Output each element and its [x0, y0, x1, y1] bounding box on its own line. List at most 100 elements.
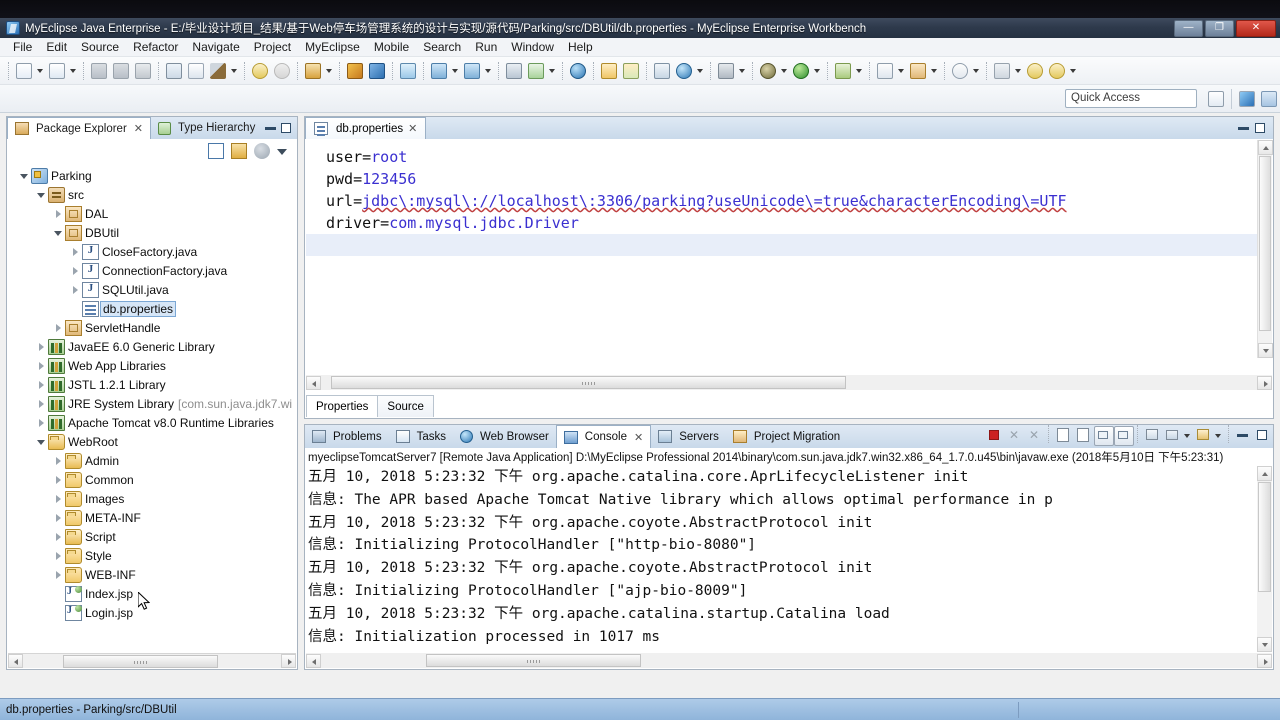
- search-dropdown-icon[interactable]: [971, 60, 982, 82]
- tab-type-hierarchy[interactable]: Type Hierarchy: [151, 117, 262, 139]
- scroll-up-arrow-icon[interactable]: [1257, 466, 1272, 481]
- open-web-icon[interactable]: [567, 60, 589, 82]
- server-dropdown-icon[interactable]: [547, 60, 558, 82]
- tab-problems[interactable]: Problems: [305, 425, 389, 448]
- previous-annotation-icon[interactable]: [991, 60, 1013, 82]
- tree-item-index-jsp[interactable]: Index.jsp: [8, 584, 296, 603]
- tree-item-src[interactable]: src: [8, 185, 296, 204]
- collapse-arrow-icon[interactable]: [35, 337, 48, 356]
- collapse-arrow-icon[interactable]: [52, 318, 65, 337]
- new-wizard-icon[interactable]: [46, 60, 68, 82]
- run-icon[interactable]: [790, 60, 812, 82]
- new-package-dropdown-icon[interactable]: [929, 60, 940, 82]
- collapse-arrow-icon[interactable]: [35, 394, 48, 413]
- scroll-up-arrow-icon[interactable]: [1258, 140, 1273, 155]
- web-preview-icon[interactable]: [397, 60, 419, 82]
- editor-tab-db-properties[interactable]: db.properties ✕: [305, 117, 427, 139]
- external-tools-dropdown-icon[interactable]: [854, 60, 865, 82]
- lock-console-icon[interactable]: [1073, 425, 1093, 445]
- tab-tasks[interactable]: Tasks: [389, 425, 453, 448]
- server-run-icon[interactable]: [525, 60, 547, 82]
- maximize-editor-button[interactable]: [1255, 123, 1265, 133]
- scroll-track[interactable]: [23, 654, 281, 668]
- minimize-editor-button[interactable]: [1238, 126, 1249, 130]
- remove-launch-icon[interactable]: ✕: [1004, 425, 1024, 445]
- undo-icon[interactable]: [249, 60, 271, 82]
- tree-item-web-inf[interactable]: WEB-INF: [8, 565, 296, 584]
- menu-source[interactable]: Source: [74, 38, 126, 56]
- run-dropdown-icon[interactable]: [812, 60, 823, 82]
- scroll-thumb[interactable]: [331, 376, 846, 389]
- tree-item-images[interactable]: Images: [8, 489, 296, 508]
- expand-arrow-icon[interactable]: [52, 223, 65, 242]
- minimize-window-button[interactable]: —: [1174, 19, 1203, 37]
- package-icon[interactable]: [344, 60, 366, 82]
- code-editor-content[interactable]: user=root pwd=123456 url=jdbc\:mysql\://…: [306, 140, 1272, 373]
- tree-item-script[interactable]: Script: [8, 527, 296, 546]
- redo-icon[interactable]: [271, 60, 293, 82]
- java-ee-perspective-icon[interactable]: [1258, 88, 1280, 110]
- scroll-lock-icon[interactable]: [1113, 425, 1134, 446]
- console-output[interactable]: 五月 10, 2018 5:23:32 下午 org.apache.catali…: [306, 466, 1257, 652]
- display-selected-console-icon[interactable]: [1162, 425, 1182, 445]
- pin-console-icon[interactable]: [1142, 425, 1162, 445]
- collapse-all-icon[interactable]: [208, 142, 224, 159]
- db-browser-dropdown-icon[interactable]: [483, 60, 494, 82]
- clear-console-icon[interactable]: [1093, 425, 1114, 446]
- collapse-arrow-icon[interactable]: [69, 242, 82, 261]
- close-icon[interactable]: ✕: [634, 431, 643, 444]
- focus-on-active-task-icon[interactable]: [254, 142, 270, 159]
- quick-access-input[interactable]: Quick Access: [1065, 89, 1197, 108]
- forward-icon[interactable]: [1046, 60, 1068, 82]
- menu-file[interactable]: File: [6, 38, 39, 56]
- expand-arrow-icon[interactable]: [18, 166, 31, 185]
- terminate-icon[interactable]: [984, 425, 1004, 445]
- editor-vertical-scrollbar[interactable]: [1257, 140, 1273, 358]
- deploy-icon[interactable]: [302, 60, 324, 82]
- menu-edit[interactable]: Edit: [39, 38, 74, 56]
- scroll-left-arrow-icon[interactable]: [8, 654, 23, 668]
- menu-help[interactable]: Help: [561, 38, 600, 56]
- new-file-icon[interactable]: [13, 60, 35, 82]
- tab-project-migration[interactable]: Project Migration: [726, 425, 847, 448]
- collapse-arrow-icon[interactable]: [52, 508, 65, 527]
- collapse-arrow-icon[interactable]: [52, 565, 65, 584]
- save-icon[interactable]: [88, 60, 110, 82]
- tree-item-sqlutil-java[interactable]: SQLUtil.java: [8, 280, 296, 299]
- menu-project[interactable]: Project: [247, 38, 298, 56]
- scroll-thumb[interactable]: [1259, 156, 1271, 331]
- close-icon[interactable]: ✕: [134, 122, 143, 135]
- maximize-window-button[interactable]: ❐: [1205, 19, 1234, 37]
- open-console-icon[interactable]: [1193, 425, 1213, 445]
- new-package-icon[interactable]: [907, 60, 929, 82]
- tree-item-javaee-6-0-generic-library[interactable]: JavaEE 6.0 Generic Library: [8, 337, 296, 356]
- new-class-icon[interactable]: [874, 60, 896, 82]
- collapse-arrow-icon[interactable]: [52, 527, 65, 546]
- db-explorer-dropdown-icon[interactable]: [450, 60, 461, 82]
- collapse-arrow-icon[interactable]: [69, 280, 82, 299]
- menu-search[interactable]: Search: [416, 38, 468, 56]
- tree-item-closefactory-java[interactable]: CloseFactory.java: [8, 242, 296, 261]
- collapse-arrow-icon[interactable]: [35, 413, 48, 432]
- db-browser-icon[interactable]: [461, 60, 483, 82]
- new-class-dropdown-icon[interactable]: [896, 60, 907, 82]
- tab-console[interactable]: Console ✕: [555, 425, 652, 448]
- project-tree[interactable]: Parking srcDAL DBUtil CloseFactory.java Conn…: [8, 164, 296, 652]
- maximize-view-button[interactable]: [281, 123, 291, 133]
- expand-arrow-icon[interactable]: [35, 432, 48, 451]
- scroll-thumb[interactable]: [1258, 482, 1271, 592]
- tree-item-parking[interactable]: Parking: [8, 166, 296, 185]
- back-icon[interactable]: [1024, 60, 1046, 82]
- tab-source[interactable]: Source: [377, 395, 434, 417]
- scroll-track[interactable]: [321, 376, 1257, 389]
- view-menu-icon[interactable]: [277, 145, 289, 157]
- db-explorer-icon[interactable]: [428, 60, 450, 82]
- new-file-dropdown-icon[interactable]: [35, 60, 46, 82]
- collapse-arrow-icon[interactable]: [35, 375, 48, 394]
- scroll-left-arrow-icon[interactable]: [306, 375, 321, 390]
- globe-dropdown-icon[interactable]: [695, 60, 706, 82]
- export-icon[interactable]: [620, 60, 642, 82]
- tree-item-login-jsp[interactable]: Login.jsp: [8, 603, 296, 622]
- search-icon[interactable]: [949, 60, 971, 82]
- save-all-icon[interactable]: [110, 60, 132, 82]
